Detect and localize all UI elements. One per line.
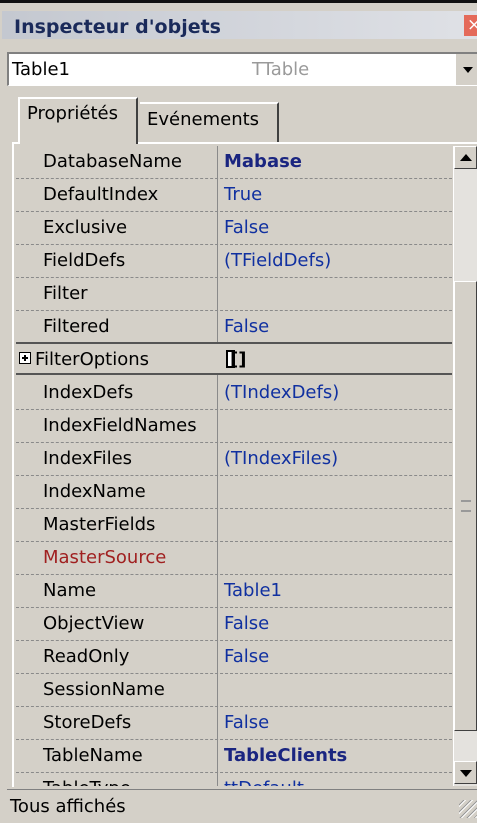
property-name: MasterSource bbox=[43, 547, 167, 568]
property-row[interactable]: Name Table1 bbox=[16, 575, 452, 608]
window-title: Inspecteur d'objets bbox=[14, 16, 221, 38]
property-value[interactable]: Table1 bbox=[224, 580, 282, 601]
property-row[interactable]: Filter bbox=[16, 278, 452, 311]
property-name: DatabaseName bbox=[43, 151, 182, 172]
property-row[interactable]: FieldDefs (TFieldDefs) bbox=[16, 245, 452, 278]
tab-properties[interactable]: Propriétés bbox=[18, 97, 138, 144]
close-icon[interactable] bbox=[464, 15, 477, 36]
property-value[interactable]: False bbox=[224, 217, 269, 238]
chevron-down-icon[interactable] bbox=[455, 54, 477, 85]
property-name: Filtered bbox=[43, 316, 110, 337]
property-row[interactable]: TableName TableClients bbox=[16, 740, 452, 773]
scroll-thumb[interactable] bbox=[454, 281, 477, 731]
property-row[interactable]: MasterSource bbox=[16, 542, 452, 575]
property-name: TableName bbox=[43, 745, 143, 766]
property-row[interactable]: ObjectView False bbox=[16, 608, 452, 641]
property-row[interactable]: Exclusive False bbox=[16, 212, 452, 245]
property-value[interactable]: False bbox=[224, 316, 269, 337]
component-selector[interactable]: Table1 TTable bbox=[7, 52, 477, 86]
property-value[interactable]: False bbox=[224, 613, 269, 634]
property-value[interactable]: True bbox=[224, 184, 262, 205]
vertical-scrollbar[interactable] bbox=[453, 146, 477, 786]
component-type: TTable bbox=[252, 59, 310, 80]
scroll-up-icon[interactable] bbox=[454, 146, 477, 169]
property-name: TableType bbox=[43, 778, 131, 786]
property-row[interactable]: MasterFields bbox=[16, 509, 452, 542]
property-name: IndexDefs bbox=[43, 382, 134, 403]
grip-icon bbox=[461, 500, 471, 512]
property-name: MasterFields bbox=[43, 514, 156, 535]
property-value[interactable]: Mabase bbox=[224, 151, 302, 172]
status-bar: Tous affichés bbox=[7, 789, 477, 823]
property-row-selected[interactable]: FilterOptions [] bbox=[16, 342, 452, 375]
property-row[interactable]: TableType ttDefault bbox=[16, 773, 452, 786]
property-value[interactable]: (TFieldDefs) bbox=[224, 250, 331, 271]
property-name: SessionName bbox=[43, 679, 165, 700]
property-row[interactable]: DatabaseName Mabase bbox=[16, 146, 452, 179]
property-row[interactable]: SessionName bbox=[16, 674, 452, 707]
object-inspector-window: Inspecteur d'objets Table1 TTable Propri… bbox=[0, 0, 477, 823]
property-name: Exclusive bbox=[43, 217, 128, 238]
property-name: IndexFieldNames bbox=[43, 415, 197, 436]
property-value[interactable]: (TIndexDefs) bbox=[224, 382, 339, 403]
tab-events[interactable]: Evénements bbox=[140, 102, 279, 142]
property-name: StoreDefs bbox=[43, 712, 132, 733]
property-row[interactable]: DefaultIndex True bbox=[16, 179, 452, 212]
property-grid: DatabaseName Mabase DefaultIndex True Ex… bbox=[16, 146, 452, 786]
property-name: FieldDefs bbox=[43, 250, 126, 271]
property-value[interactable]: ttDefault bbox=[224, 778, 304, 786]
resize-grip-icon[interactable] bbox=[459, 800, 477, 818]
property-row[interactable]: StoreDefs False bbox=[16, 707, 452, 740]
property-value[interactable]: (TIndexFiles) bbox=[224, 448, 338, 469]
property-row[interactable]: ReadOnly False bbox=[16, 641, 452, 674]
property-name: ObjectView bbox=[43, 613, 145, 634]
property-row[interactable]: Filtered False bbox=[16, 311, 452, 344]
expand-plus-icon[interactable] bbox=[19, 352, 31, 364]
status-text: Tous affichés bbox=[10, 796, 126, 817]
scroll-down-icon[interactable] bbox=[454, 761, 477, 784]
property-value[interactable]: TableClients bbox=[224, 745, 347, 766]
property-row[interactable]: IndexFiles (TIndexFiles) bbox=[16, 443, 452, 476]
property-value: [] bbox=[230, 349, 247, 370]
property-name: FilterOptions bbox=[35, 349, 150, 370]
property-name: DefaultIndex bbox=[43, 184, 159, 205]
property-value[interactable]: False bbox=[224, 712, 269, 733]
property-row[interactable]: IndexName bbox=[16, 476, 452, 509]
property-row[interactable]: IndexDefs (TIndexDefs) bbox=[16, 377, 452, 410]
title-bar[interactable]: Inspecteur d'objets bbox=[2, 11, 477, 39]
property-value[interactable]: False bbox=[224, 646, 269, 667]
component-name: Table1 bbox=[12, 59, 70, 80]
property-row[interactable]: IndexFieldNames bbox=[16, 410, 452, 443]
property-name: ReadOnly bbox=[43, 646, 130, 667]
property-name: IndexFiles bbox=[43, 448, 133, 469]
property-name: Filter bbox=[43, 283, 88, 304]
property-name: Name bbox=[43, 580, 97, 601]
property-name: IndexName bbox=[43, 481, 146, 502]
